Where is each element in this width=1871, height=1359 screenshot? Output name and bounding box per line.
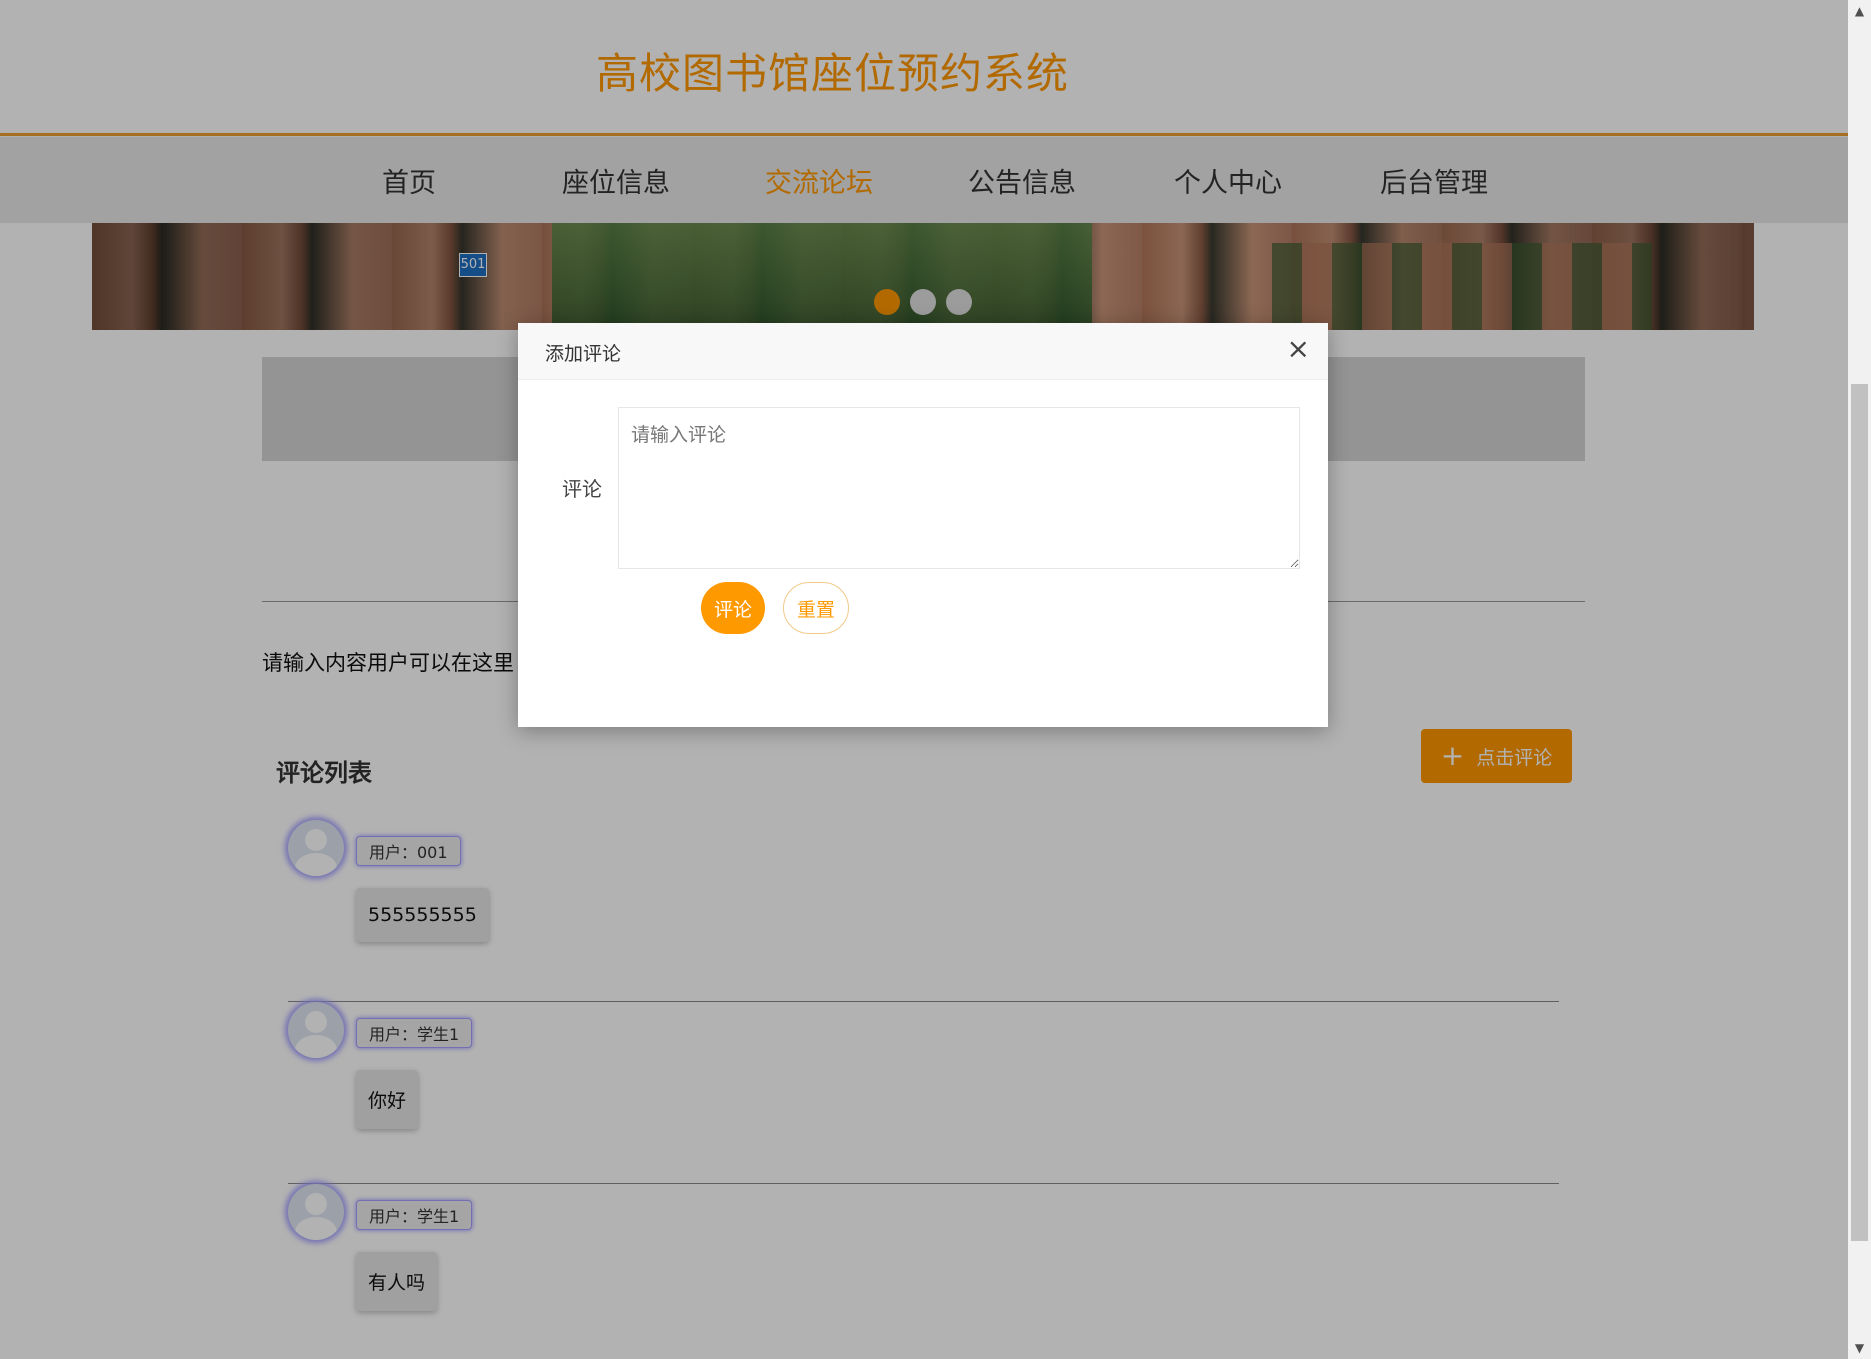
comment-field-label: 评论: [562, 477, 602, 501]
dialog-header: 添加评论 ×: [518, 323, 1328, 380]
add-comment-dialog: 添加评论 × 评论 评论 重置: [518, 323, 1328, 727]
scroll-up-arrow-icon[interactable]: ▲: [1848, 0, 1871, 22]
comment-input[interactable]: [618, 407, 1300, 569]
scroll-down-arrow-icon[interactable]: ▼: [1848, 1337, 1871, 1359]
scrollbar-thumb[interactable]: [1851, 384, 1868, 1241]
dialog-title: 添加评论: [545, 343, 622, 365]
close-icon[interactable]: ×: [1287, 335, 1310, 363]
submit-comment-button[interactable]: 评论: [701, 582, 765, 634]
reset-button[interactable]: 重置: [783, 582, 849, 634]
page-scrollbar[interactable]: ▲ ▼: [1848, 0, 1871, 1359]
